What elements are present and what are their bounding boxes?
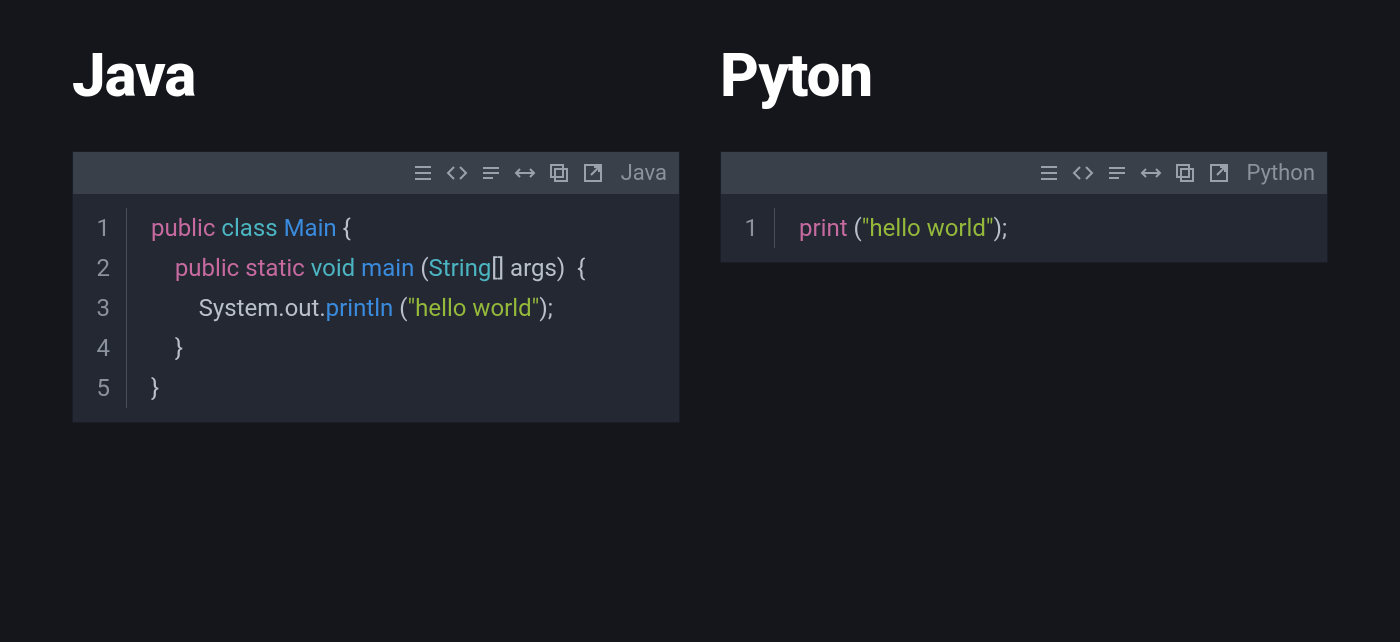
code-block: Python 1 print ("hello world");: [720, 151, 1328, 263]
code-token: println: [326, 294, 394, 322]
code-block-toolbar: Python: [721, 152, 1327, 194]
code-token: }: [151, 374, 159, 402]
line-number: 5: [73, 368, 110, 408]
code-token: static: [245, 254, 305, 282]
code-token: (: [420, 254, 428, 282]
code-block: Java 12345 public class Main { public st…: [72, 151, 680, 423]
column-title: Java: [72, 40, 680, 111]
popout-icon[interactable]: [1207, 161, 1231, 185]
code-content[interactable]: print ("hello world");: [775, 208, 1327, 248]
code-line: print ("hello world");: [799, 208, 1313, 248]
code-token: "hello world": [862, 214, 994, 242]
copy-icon[interactable]: [1173, 161, 1197, 185]
code-line: public class Main {: [151, 208, 665, 248]
code-token: );: [539, 294, 552, 322]
code-icon[interactable]: [445, 161, 469, 185]
line-number-gutter: 1: [721, 208, 775, 248]
code-block-language-label: Java: [621, 161, 667, 186]
code-token: }: [175, 334, 183, 362]
code-token: class: [221, 214, 277, 242]
code-token: print: [799, 214, 848, 242]
column-python: Pyton: [720, 40, 1328, 423]
code-token: (: [854, 214, 862, 242]
code-line: System.out.println ("hello world");: [151, 288, 665, 328]
code-token: void: [311, 254, 356, 282]
notes-icon[interactable]: [1105, 161, 1129, 185]
code-token: );: [994, 214, 1007, 242]
code-body: 1 print ("hello world");: [721, 194, 1327, 262]
column-title: Pyton: [720, 40, 1328, 111]
copy-icon[interactable]: [547, 161, 571, 185]
code-token: [] args) {: [491, 254, 585, 282]
code-token: "hello world": [407, 294, 539, 322]
columns-container: Java J: [0, 0, 1400, 463]
column-java: Java J: [72, 40, 680, 423]
lines-icon[interactable]: [411, 161, 435, 185]
line-number: 4: [73, 328, 110, 368]
stretch-icon[interactable]: [513, 161, 537, 185]
line-number: 1: [721, 208, 758, 248]
stretch-icon[interactable]: [1139, 161, 1163, 185]
line-number: 2: [73, 248, 110, 288]
code-token: String: [429, 254, 492, 282]
code-token: public: [175, 254, 239, 282]
line-number: 3: [73, 288, 110, 328]
lines-icon[interactable]: [1037, 161, 1061, 185]
line-number-gutter: 12345: [73, 208, 127, 408]
code-line: }: [151, 368, 665, 408]
code-token: System.out.: [199, 294, 326, 322]
code-content[interactable]: public class Main { public static void m…: [127, 208, 679, 408]
line-number: 1: [73, 208, 110, 248]
code-icon[interactable]: [1071, 161, 1095, 185]
notes-icon[interactable]: [479, 161, 503, 185]
code-token: main: [361, 254, 414, 282]
code-token: Main: [284, 214, 337, 242]
popout-icon[interactable]: [581, 161, 605, 185]
code-block-language-label: Python: [1247, 161, 1315, 186]
code-token: {: [343, 214, 351, 242]
code-token: public: [151, 214, 215, 242]
code-line: }: [151, 328, 665, 368]
code-block-toolbar: Java: [73, 152, 679, 194]
code-line: public static void main (String[] args) …: [151, 248, 665, 288]
code-body: 12345 public class Main { public static …: [73, 194, 679, 422]
